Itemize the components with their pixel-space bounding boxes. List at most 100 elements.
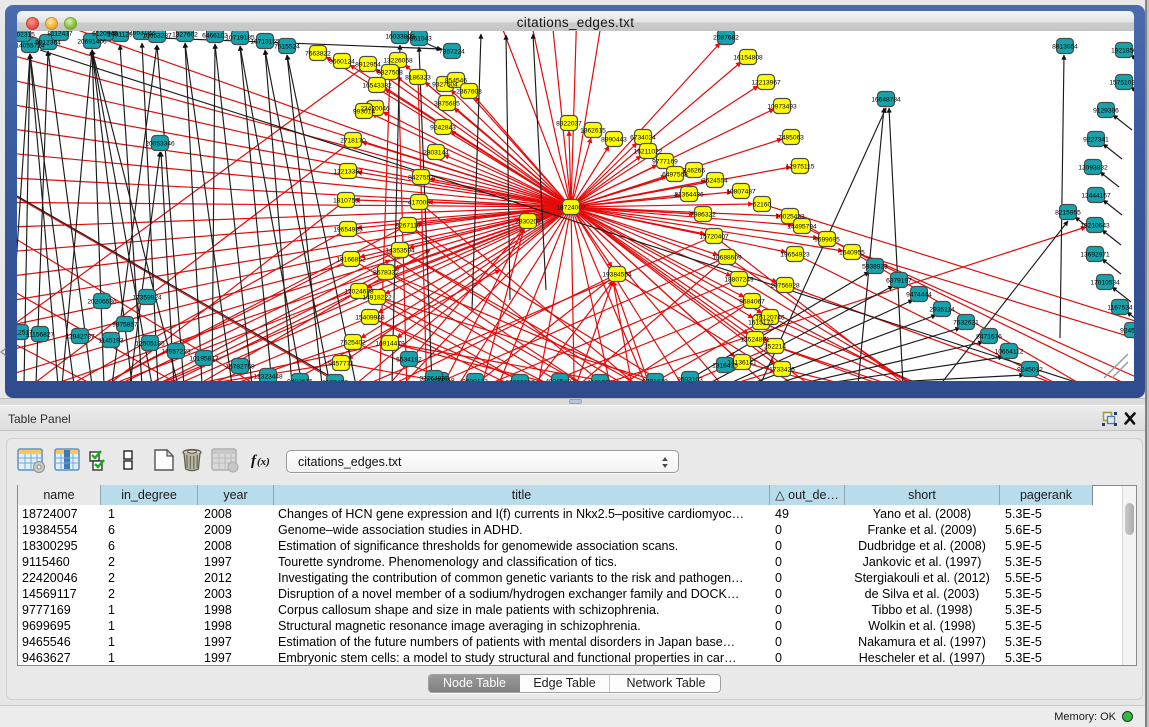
svg-text:6466102: 6466102 xyxy=(202,33,228,40)
svg-text:14353594: 14353594 xyxy=(385,248,415,255)
svg-text:6734024: 6734024 xyxy=(630,135,656,142)
svg-text:9457771: 9457771 xyxy=(328,361,354,368)
svg-text:21364436: 21364436 xyxy=(674,192,704,199)
svg-text:12444157: 12444157 xyxy=(1081,193,1111,200)
svg-text:10195817: 10195817 xyxy=(189,356,219,363)
svg-text:1362615: 1362615 xyxy=(580,128,606,135)
svg-text:8322037: 8322037 xyxy=(556,121,582,128)
svg-text:16211022: 16211022 xyxy=(634,149,663,156)
svg-text:17957223: 17957223 xyxy=(161,349,191,356)
svg-text:9593103: 9593103 xyxy=(677,377,703,382)
svg-text:1902315: 1902315 xyxy=(17,32,35,39)
svg-text:32764835: 32764835 xyxy=(419,376,449,382)
svg-text:8123407: 8123407 xyxy=(322,380,348,382)
svg-text:1810755: 1810755 xyxy=(333,198,359,205)
svg-text:16914479: 16914479 xyxy=(375,341,405,348)
svg-text:9245012: 9245012 xyxy=(1017,367,1043,374)
svg-text:7632621: 7632621 xyxy=(953,320,979,327)
svg-text:993014: 993014 xyxy=(353,109,375,116)
svg-text:10654112: 10654112 xyxy=(995,349,1024,356)
svg-text:10653287: 10653287 xyxy=(142,33,172,40)
svg-text:3875685: 3875685 xyxy=(434,101,460,108)
svg-text:16120746: 16120746 xyxy=(755,315,785,322)
svg-text:11156827: 11156827 xyxy=(26,332,55,339)
svg-text:2718170: 2718170 xyxy=(340,138,366,145)
svg-text:16543382: 16543382 xyxy=(362,83,392,90)
svg-text:9684067: 9684067 xyxy=(739,299,765,306)
svg-text:6497568: 6497568 xyxy=(662,172,688,179)
svg-text:17359924: 17359924 xyxy=(132,295,162,302)
svg-text:13692971: 13692971 xyxy=(1080,252,1110,259)
svg-text:15409948: 15409948 xyxy=(355,315,385,322)
svg-text:12323448: 12323448 xyxy=(253,374,283,381)
svg-text:7485063: 7485063 xyxy=(778,135,804,142)
svg-text:14495794: 14495794 xyxy=(787,224,817,231)
svg-text:2930203: 2930203 xyxy=(515,219,541,226)
svg-text:12213383: 12213383 xyxy=(333,169,363,176)
svg-text:1145193: 1145193 xyxy=(98,338,124,345)
svg-text:8186323: 8186323 xyxy=(405,75,431,82)
svg-text:40265423: 40265423 xyxy=(545,379,575,382)
svg-text:14918222: 14918222 xyxy=(362,295,392,302)
svg-text:8660124: 8660124 xyxy=(329,59,355,66)
svg-text:8678332: 8678332 xyxy=(373,270,399,277)
svg-text:16154808: 16154808 xyxy=(733,55,763,62)
svg-text:8813054: 8813054 xyxy=(1052,44,1078,51)
svg-text:12505135: 12505135 xyxy=(135,341,165,348)
svg-text:2367608: 2367608 xyxy=(456,89,482,96)
svg-text:18807249: 18807249 xyxy=(724,277,754,284)
svg-text:9227341: 9227341 xyxy=(1083,137,1109,144)
svg-text:1327602: 1327602 xyxy=(172,32,198,39)
svg-text:9699695: 9699695 xyxy=(814,237,840,244)
svg-text:16782759: 16782759 xyxy=(225,364,255,371)
svg-text:1640955: 1640955 xyxy=(839,250,865,257)
svg-text:1167534: 1167534 xyxy=(1107,305,1133,312)
svg-text:2087682: 2087682 xyxy=(713,35,739,42)
svg-text:20206536: 20206536 xyxy=(87,299,117,306)
svg-text:20053346: 20053346 xyxy=(145,141,175,148)
svg-text:8267110: 8267110 xyxy=(395,223,421,230)
svg-text:20691406: 20691406 xyxy=(77,39,107,46)
svg-text:417006: 417006 xyxy=(408,200,430,207)
svg-text:7986322: 7986322 xyxy=(690,212,716,219)
svg-text:1921850: 1921850 xyxy=(1111,48,1134,55)
svg-text:14136141: 14136141 xyxy=(727,360,757,367)
svg-text:6120945: 6120945 xyxy=(92,31,118,38)
svg-text:9129396: 9129396 xyxy=(1093,108,1119,115)
svg-text:9861043: 9861043 xyxy=(406,36,432,43)
svg-text:6379197: 6379197 xyxy=(886,278,912,285)
svg-text:90838637: 90838637 xyxy=(505,380,535,382)
svg-text:10210643: 10210643 xyxy=(1080,223,1110,230)
svg-text:19654923: 19654923 xyxy=(780,252,810,259)
svg-text:7625402: 7625402 xyxy=(340,340,366,347)
svg-text:9975857: 9975857 xyxy=(112,322,138,329)
svg-text:12213967: 12213967 xyxy=(751,80,781,87)
svg-text:19384554: 19384554 xyxy=(602,272,632,279)
svg-text:8471676: 8471676 xyxy=(976,334,1002,341)
svg-text:12093832: 12093832 xyxy=(1078,165,1108,172)
svg-text:854546: 854546 xyxy=(445,78,467,85)
svg-text:9482615: 9482615 xyxy=(287,379,313,382)
svg-text:10973493: 10973493 xyxy=(767,104,797,111)
svg-text:2935114: 2935114 xyxy=(929,307,955,314)
svg-text:8427552: 8427552 xyxy=(408,175,434,182)
svg-text:13524861: 13524861 xyxy=(740,337,770,344)
svg-text:8912954: 8912954 xyxy=(355,62,381,69)
svg-text:9777169: 9777169 xyxy=(652,159,678,166)
svg-text:17010534: 17010534 xyxy=(1090,280,1120,287)
svg-text:9242843: 9242843 xyxy=(430,125,456,132)
svg-text:1733426: 1733426 xyxy=(769,367,795,374)
svg-text:10025433: 10025433 xyxy=(775,214,805,221)
svg-text:19166852: 19166852 xyxy=(336,257,366,264)
svg-text:252214: 252214 xyxy=(764,344,786,351)
svg-text:10807487: 10807487 xyxy=(726,189,756,196)
svg-text:8215955: 8215955 xyxy=(1055,210,1081,217)
svg-text:12975115: 12975115 xyxy=(786,164,815,171)
svg-text:9327508: 9327508 xyxy=(377,70,403,77)
svg-text:16648784: 16648784 xyxy=(871,97,901,104)
svg-text:7357224: 7357224 xyxy=(439,49,465,56)
svg-text:62160: 62160 xyxy=(753,202,772,209)
svg-text:9912364: 9912364 xyxy=(35,40,61,47)
svg-text:(x): (x) xyxy=(257,456,270,468)
svg-text:9245082: 9245082 xyxy=(1120,328,1134,335)
